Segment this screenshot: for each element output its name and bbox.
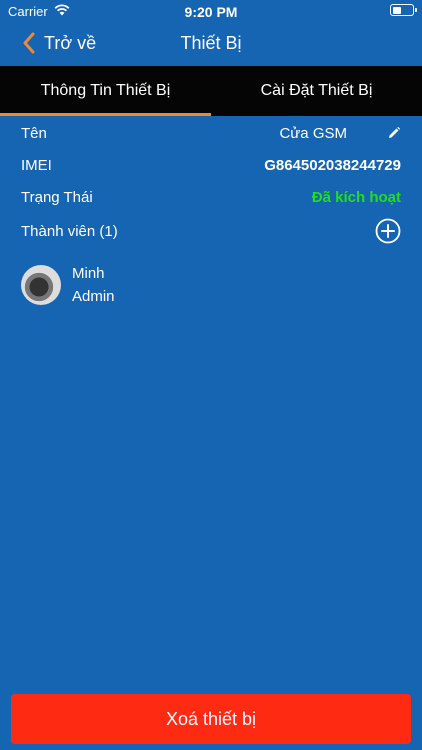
imei-value: G864502038244729: [264, 156, 401, 174]
name-row: Tên Cửa GSM: [21, 119, 401, 147]
delete-device-button[interactable]: Xoá thiết bị: [11, 694, 411, 744]
battery-icon: [390, 4, 417, 16]
page-title: Thiết Bị: [180, 33, 242, 53]
members-row: Thành viên (1): [21, 217, 401, 245]
member-info: Minh Admin: [72, 262, 115, 308]
name-value: Cửa GSM: [279, 124, 347, 142]
member-list-item[interactable]: Minh Admin: [21, 262, 115, 308]
tab-device-settings[interactable]: Cài Đặt Thiết Bị: [211, 66, 422, 116]
status-label: Trạng Thái: [21, 188, 93, 206]
add-circle-icon[interactable]: [375, 218, 401, 244]
name-value-group: Cửa GSM: [279, 125, 401, 142]
status-time: 9:20 PM: [184, 4, 238, 20]
imei-row: IMEI G864502038244729: [21, 151, 401, 179]
tab-device-info[interactable]: Thông Tin Thiết Bị: [0, 66, 211, 116]
name-label: Tên: [21, 124, 47, 142]
member-role: Admin: [72, 288, 115, 305]
tab-bar: Thông Tin Thiết Bị Cài Đặt Thiết Bị: [0, 66, 422, 116]
status-row: Trạng Thái Đã kích hoạt: [21, 183, 401, 211]
members-label: Thành viên (1): [21, 222, 118, 240]
status-bar: Carrier 9:20 PM: [0, 0, 422, 22]
status-badge: Đã kích hoạt: [311, 188, 401, 206]
edit-icon[interactable]: [387, 126, 401, 140]
member-name: Minh: [72, 265, 105, 282]
navigation-bar: Trở về Thiết Bị: [0, 22, 422, 66]
imei-label: IMEI: [21, 156, 52, 174]
avatar: [21, 265, 61, 305]
